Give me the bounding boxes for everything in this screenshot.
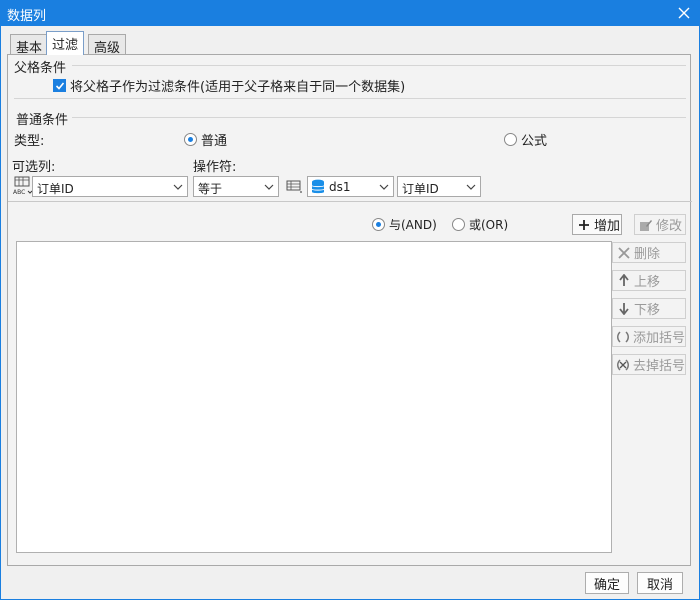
tab-filter-label: 过滤: [52, 38, 79, 53]
tab-filter[interactable]: 过滤: [46, 31, 85, 55]
delete-button[interactable]: 删除: [612, 242, 686, 263]
divider: [72, 117, 686, 118]
move-down-button-label: 下移: [634, 303, 661, 318]
title-bar: 数据列: [0, 0, 700, 26]
chevron-down-icon: [375, 177, 393, 196]
operator-label: 操作符:: [193, 160, 237, 175]
delete-button-label: 删除: [634, 247, 661, 262]
tab-basic[interactable]: 基本: [10, 34, 49, 56]
add-button[interactable]: 增加: [572, 214, 622, 235]
operator-select[interactable]: 等于: [193, 176, 279, 197]
type-label: 类型:: [14, 134, 45, 149]
modify-button[interactable]: 修改: [634, 214, 686, 235]
remove-bracket-icon: [616, 357, 631, 373]
radio-or-label: 或(OR): [469, 218, 509, 232]
radio-formula[interactable]: [504, 133, 517, 146]
column-type-icon[interactable]: ABC: [12, 176, 34, 196]
arrow-down-icon: [616, 301, 632, 317]
radio-normal-label: 普通: [201, 134, 228, 149]
filter-panel: 父格条件 将父格子作为过滤条件(适用于父子格来自于同一个数据集) 普通条件 类型…: [7, 54, 692, 566]
cancel-button-label: 取消: [646, 577, 673, 593]
radio-or[interactable]: [452, 218, 465, 231]
checkmark-icon: [55, 81, 64, 90]
bracket-icon: [616, 329, 631, 345]
ok-button-label: 确定: [593, 577, 620, 593]
parent-filter-checkbox[interactable]: [53, 79, 66, 92]
divider: [72, 65, 686, 66]
radio-normal[interactable]: [184, 133, 197, 146]
move-up-button-label: 上移: [634, 275, 661, 290]
divider: [8, 201, 692, 202]
chevron-down-icon: [260, 177, 278, 196]
dataset-select-value: ds1: [329, 180, 351, 194]
svg-text:ABC: ABC: [13, 189, 25, 196]
condition-list[interactable]: [16, 241, 612, 553]
radio-and-label: 与(AND): [389, 218, 437, 232]
ok-button[interactable]: 确定: [585, 572, 629, 594]
radio-formula-label: 公式: [521, 134, 548, 149]
add-bracket-button-label: 添加括号: [632, 331, 685, 346]
move-up-button[interactable]: 上移: [612, 270, 686, 291]
value-type-icon[interactable]: [284, 177, 304, 195]
chevron-down-icon: [462, 177, 480, 196]
move-down-button[interactable]: 下移: [612, 298, 686, 319]
remove-bracket-button[interactable]: 去掉括号: [612, 354, 686, 375]
column-select[interactable]: 订单ID: [32, 176, 188, 197]
dataset-select[interactable]: ds1: [307, 176, 394, 197]
column-label: 可选列:: [12, 160, 56, 175]
tab-advanced[interactable]: 高级: [88, 34, 127, 56]
chevron-down-icon: [169, 177, 187, 196]
cancel-button[interactable]: 取消: [637, 572, 683, 594]
field-select[interactable]: 订单ID: [397, 176, 481, 197]
remove-bracket-button-label: 去掉括号: [632, 359, 685, 374]
modify-button-label: 修改: [656, 219, 683, 234]
parent-filter-label: 将父格子作为过滤条件(适用于父子格来自于同一个数据集): [70, 80, 406, 95]
close-icon[interactable]: [674, 3, 694, 23]
column-select-value: 订单ID: [37, 182, 74, 196]
edit-icon: [638, 217, 654, 233]
arrow-up-icon: [616, 273, 632, 289]
window-title: 数据列: [7, 9, 47, 24]
field-select-value: 订单ID: [402, 182, 439, 196]
add-button-label: 增加: [594, 219, 621, 234]
add-bracket-button[interactable]: 添加括号: [612, 326, 686, 347]
database-icon: [310, 178, 326, 195]
radio-and[interactable]: [372, 218, 385, 231]
normal-section-title: 普通条件: [16, 113, 69, 128]
divider: [14, 98, 686, 99]
plus-icon: [576, 217, 592, 233]
parent-section-title: 父格条件: [14, 61, 67, 76]
delete-icon: [616, 245, 632, 261]
operator-select-value: 等于: [198, 182, 223, 196]
